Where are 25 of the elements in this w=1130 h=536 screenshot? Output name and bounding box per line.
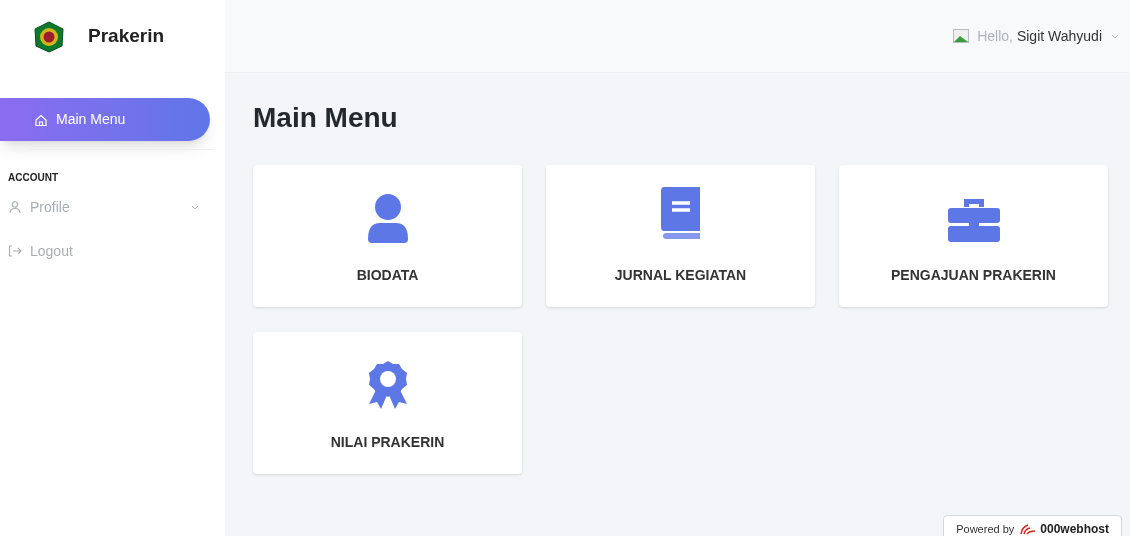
menu-card[interactable]: JURNAL KEGIATAN [546,165,815,307]
user-name[interactable]: Sigit Wahyudi [1016,25,1102,47]
card-label: NILAI PRAKERIN [330,432,445,452]
logout-icon [8,244,22,258]
menu-item[interactable]: Main Menu [0,98,210,141]
webhost-logo-icon [1018,523,1037,535]
menu-card[interactable]: BIODATA [253,165,522,307]
section-heading: ACCOUNT [8,171,59,185]
broken-image-icon [953,29,970,43]
person-icon [365,192,410,243]
school-logo-icon [32,19,66,54]
menu-card[interactable]: NILAI PRAKERIN [253,332,522,474]
page-title: Main Menu [253,101,399,135]
card-label: BIODATA [356,265,419,285]
greeting-text: Hello, [977,26,1013,46]
powered-by-badge[interactable]: Powered by 000webhost [943,515,1122,536]
briefcase-icon [946,196,1001,243]
badge-prefix: Powered by [956,521,1015,536]
home-icon [34,112,48,127]
card-label: PENGAJUAN PRAKERIN [891,265,1056,285]
person-icon [8,200,22,214]
card-label: JURNAL KEGIATAN [614,265,747,285]
menu-card[interactable]: PENGAJUAN PRAKERIN [839,165,1108,307]
brand-title: Prakerin [88,24,165,49]
badge-brand: 000webhost [1040,521,1109,536]
